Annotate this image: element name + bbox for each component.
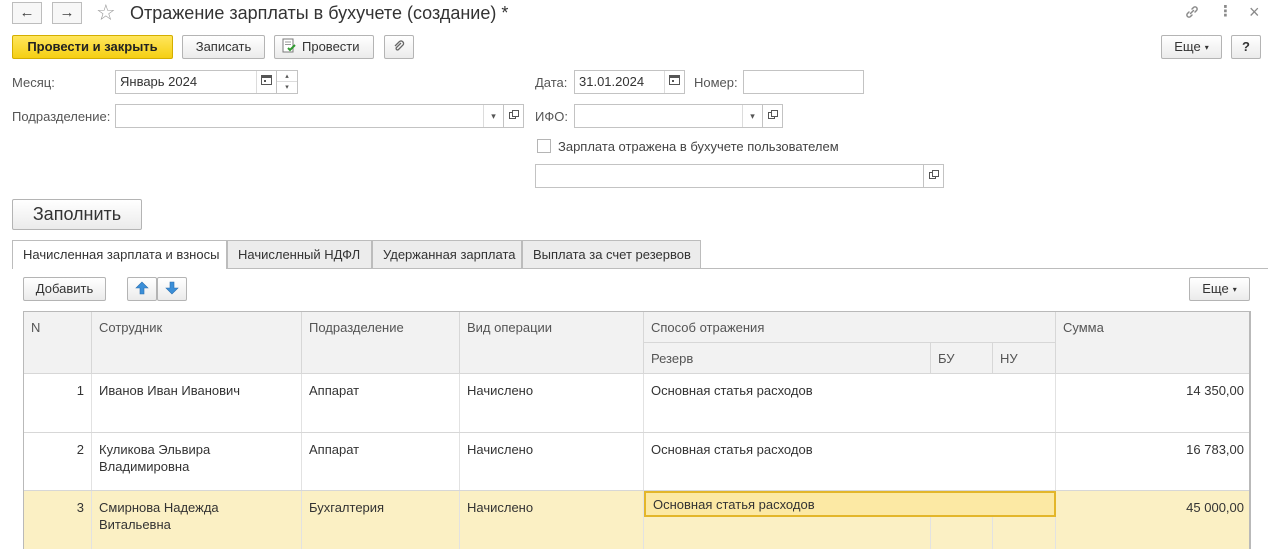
- arrow-left-icon: ←: [19, 4, 35, 21]
- header-employee[interactable]: Сотрудник: [92, 312, 302, 374]
- tab-accrued-ndfl[interactable]: Начисленный НДФЛ: [227, 240, 372, 268]
- operation-cell[interactable]: Начислено: [460, 433, 644, 490]
- open-department-button[interactable]: [504, 104, 524, 128]
- reflected-checkbox-label: Зарплата отражена в бухучете пользовател…: [558, 139, 839, 154]
- accruals-table[interactable]: N Сотрудник Подразделение Вид операции С…: [23, 311, 1250, 549]
- department-label: Подразделение:: [12, 109, 111, 124]
- header-method[interactable]: Способ отражения: [644, 312, 1056, 343]
- month-label: Месяц:: [12, 75, 55, 90]
- month-field[interactable]: Январь 2024: [115, 70, 277, 94]
- employee-cell[interactable]: Куликова Эльвира Владимировна: [92, 433, 302, 490]
- open-window-icon: [928, 170, 939, 179]
- sum-cell[interactable]: 45 000,00: [1056, 491, 1249, 549]
- dropdown-triangle-icon: ▾: [1232, 284, 1237, 294]
- sum-cell[interactable]: 14 350,00: [1056, 374, 1249, 432]
- ifo-label: ИФО:: [535, 109, 568, 124]
- reflected-note-field[interactable]: [535, 164, 924, 188]
- date-field[interactable]: 31.01.2024: [574, 70, 685, 94]
- employee-cell[interactable]: Смирнова Надежда Витальевна: [92, 491, 302, 549]
- date-label: Дата:: [535, 75, 568, 90]
- calendar-icon[interactable]: [256, 71, 276, 93]
- date-value: 31.01.2024: [579, 74, 645, 89]
- department-cell[interactable]: Бухгалтерия: [302, 491, 460, 549]
- operation-cell[interactable]: Начислено: [460, 374, 644, 432]
- dropdown-arrow-icon[interactable]: ▾: [742, 105, 762, 127]
- header-department[interactable]: Подразделение: [302, 312, 460, 374]
- table-more-label: Еще: [1202, 281, 1229, 296]
- open-window-icon: [508, 110, 519, 119]
- nav-forward-button[interactable]: →: [52, 2, 82, 24]
- spin-down-icon[interactable]: ▾: [277, 82, 297, 93]
- move-down-button[interactable]: [157, 277, 187, 301]
- employee-cell[interactable]: Иванов Иван Иванович: [92, 374, 302, 432]
- header-bu[interactable]: БУ: [931, 343, 993, 374]
- arrow-down-icon: [165, 281, 179, 295]
- number-field[interactable]: [743, 70, 864, 94]
- dropdown-triangle-icon: ▾: [1204, 42, 1209, 52]
- department-field[interactable]: ▾: [115, 104, 504, 128]
- header-sum[interactable]: Сумма: [1056, 312, 1249, 374]
- fill-button[interactable]: Заполнить: [12, 199, 142, 230]
- move-up-button[interactable]: [127, 277, 157, 301]
- method-cell-current[interactable]: Основная статья расходов: [644, 491, 1056, 517]
- close-icon[interactable]: ×: [1249, 2, 1260, 22]
- post-and-close-button[interactable]: Провести и закрыть: [12, 35, 173, 59]
- department-cell[interactable]: Аппарат: [302, 374, 460, 432]
- page-title: Отражение зарплаты в бухучете (создание)…: [130, 3, 509, 23]
- sum-cell[interactable]: 16 783,00: [1056, 433, 1249, 490]
- number-label: Номер:: [694, 75, 738, 90]
- post-button-label: Провести: [302, 39, 360, 54]
- header-n[interactable]: N: [24, 312, 92, 374]
- tab-accrued-salary[interactable]: Начисленная зарплата и взносы: [12, 240, 227, 269]
- help-button[interactable]: ?: [1231, 35, 1261, 59]
- month-value: Январь 2024: [120, 74, 198, 89]
- row-number: 2: [24, 433, 92, 490]
- open-window-icon: [767, 110, 778, 119]
- nav-back-button[interactable]: ←: [12, 2, 42, 24]
- attach-button[interactable]: [384, 35, 414, 59]
- reserve-cell[interactable]: [644, 517, 931, 549]
- operation-cell[interactable]: Начислено: [460, 491, 644, 549]
- more-button-label: Еще: [1174, 39, 1201, 54]
- nu-cell[interactable]: [993, 517, 1056, 549]
- favorite-star-icon[interactable]: ☆: [96, 0, 116, 26]
- dropdown-arrow-icon[interactable]: ▾: [483, 105, 503, 127]
- more-menu-icon[interactable]: ⋮: [1218, 2, 1233, 22]
- arrow-right-icon: →: [59, 4, 75, 21]
- method-cell[interactable]: Основная статья расходов: [644, 433, 1056, 490]
- arrow-up-icon: [135, 281, 149, 295]
- open-ifo-button[interactable]: [763, 104, 783, 128]
- paperclip-icon: [394, 40, 405, 51]
- tab-withheld-salary[interactable]: Удержанная зарплата: [372, 240, 522, 268]
- header-reserve[interactable]: Резерв: [644, 343, 931, 374]
- row-number: 3: [24, 491, 92, 549]
- tab-reserve-payment[interactable]: Выплата за счет резервов: [522, 240, 701, 268]
- method-cell[interactable]: Основная статья расходов: [644, 374, 1056, 432]
- table-scrollbar[interactable]: [1250, 311, 1251, 549]
- bu-cell[interactable]: [931, 517, 993, 549]
- department-cell[interactable]: Аппарат: [302, 433, 460, 490]
- table-more-button[interactable]: Еще ▾: [1189, 277, 1250, 301]
- post-document-icon: [282, 38, 296, 53]
- row-number: 1: [24, 374, 92, 432]
- reflected-checkbox[interactable]: [537, 139, 551, 153]
- spin-up-icon[interactable]: ▴: [277, 71, 297, 82]
- month-spinner[interactable]: ▴ ▾: [277, 70, 298, 94]
- more-button[interactable]: Еще ▾: [1161, 35, 1222, 59]
- link-icon[interactable]: [1184, 2, 1200, 26]
- header-operation[interactable]: Вид операции: [460, 312, 644, 374]
- post-button[interactable]: Провести: [274, 35, 374, 59]
- ifo-field[interactable]: ▾: [574, 104, 763, 128]
- header-nu[interactable]: НУ: [993, 343, 1056, 374]
- save-button[interactable]: Записать: [182, 35, 265, 59]
- open-note-button[interactable]: [924, 164, 944, 188]
- calendar-icon[interactable]: [664, 71, 684, 93]
- add-button[interactable]: Добавить: [23, 277, 106, 301]
